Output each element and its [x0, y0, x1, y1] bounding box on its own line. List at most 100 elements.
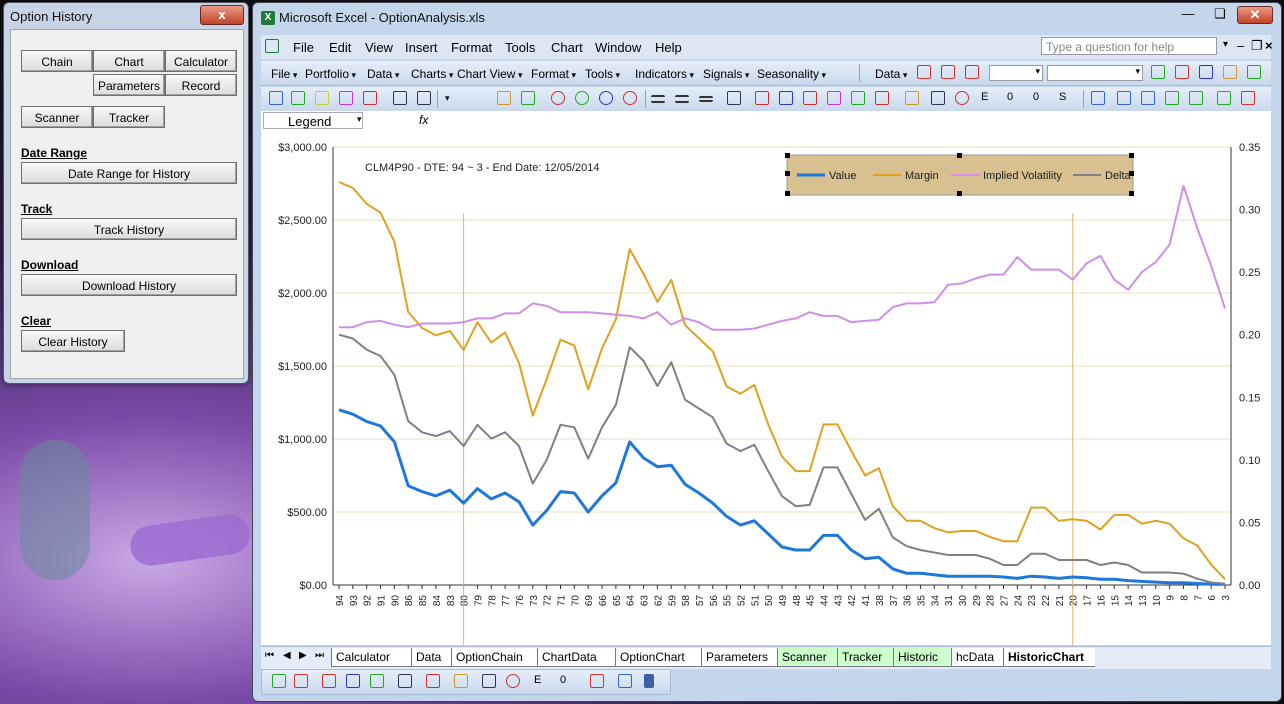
toolbar-portfolio-menu[interactable]: Portfolio: [305, 67, 356, 81]
color-wheel-icon[interactable]: [1247, 65, 1261, 79]
toolbar-signals-menu[interactable]: Signals: [703, 67, 749, 81]
doc-restore-icon[interactable]: ❐: [1251, 38, 1263, 54]
chart-icon[interactable]: [426, 674, 440, 688]
text-tool-icon[interactable]: [417, 91, 431, 105]
zero-icon[interactable]: 0: [1033, 91, 1047, 105]
tool-icon[interactable]: [339, 91, 353, 105]
brush-icon[interactable]: [454, 674, 468, 688]
toolbar-options-icon[interactable]: [644, 674, 654, 688]
parameters-button[interactable]: Parameters: [93, 74, 165, 96]
clear-history-button[interactable]: Clear History: [21, 330, 125, 352]
layout-icon[interactable]: [1117, 91, 1131, 105]
tool-icon[interactable]: [363, 91, 377, 105]
layout-icon[interactable]: [1165, 91, 1179, 105]
sheet-tab-chartdata[interactable]: ChartData: [537, 648, 615, 667]
layout-icon[interactable]: [1141, 91, 1155, 105]
signal-icon[interactable]: [965, 65, 979, 79]
target-icon[interactable]: [599, 91, 613, 105]
menu-format[interactable]: Format: [451, 40, 492, 55]
tool-icon[interactable]: [291, 91, 305, 105]
ask-question-input[interactable]: Type a question for help: [1041, 37, 1217, 55]
link-icon[interactable]: [955, 91, 969, 105]
chart-button[interactable]: Chart: [93, 50, 165, 72]
sheet-tab-historic[interactable]: Historic: [893, 648, 951, 667]
target-icon[interactable]: [623, 91, 637, 105]
tool-icon[interactable]: [269, 91, 283, 105]
e-icon[interactable]: E: [981, 91, 995, 105]
color-wheel-icon[interactable]: [1223, 65, 1237, 79]
target-icon[interactable]: [551, 91, 565, 105]
target-icon[interactable]: [575, 91, 589, 105]
tracker-button[interactable]: Tracker: [93, 106, 165, 128]
text-tool-icon[interactable]: [393, 91, 407, 105]
chart-icon[interactable]: [827, 91, 841, 105]
window-icon[interactable]: [1241, 91, 1255, 105]
toolbar-file-menu[interactable]: File: [271, 67, 297, 81]
date-range-button[interactable]: Date Range for History: [21, 162, 237, 184]
chart-icon[interactable]: [322, 674, 336, 688]
menu-view[interactable]: View: [365, 40, 393, 55]
lines-icon[interactable]: [651, 95, 665, 103]
sheet-tab-hcdata[interactable]: hcData: [951, 648, 1003, 667]
workbook-icon[interactable]: [265, 39, 279, 53]
tool-icon[interactable]: [315, 91, 329, 105]
last-sheet-icon[interactable]: ⏭: [315, 650, 324, 661]
prev-sheet-icon[interactable]: ◀: [283, 650, 291, 661]
sheet-tab-tracker[interactable]: Tracker: [837, 648, 893, 667]
zero-icon[interactable]: 0: [560, 674, 574, 688]
e-icon[interactable]: E: [534, 674, 548, 688]
lines-icon[interactable]: [675, 95, 689, 103]
fx-icon[interactable]: fx: [419, 113, 428, 127]
doc-close-icon[interactable]: ×: [1265, 38, 1273, 53]
chart-icon[interactable]: [482, 674, 496, 688]
chart-tool-icon[interactable]: [497, 91, 511, 105]
toolbar-indicators-menu[interactable]: Indicators: [635, 67, 694, 81]
toolbar-data2-menu[interactable]: Data: [875, 67, 907, 81]
toolbar-chartview-menu[interactable]: Chart View: [457, 67, 523, 81]
link-icon[interactable]: [506, 674, 520, 688]
chart-icon[interactable]: [803, 91, 817, 105]
brush-icon[interactable]: [905, 91, 919, 105]
sheet-tab-data[interactable]: Data: [411, 648, 451, 667]
up-arrow-icon[interactable]: [272, 674, 286, 688]
sheet-tab-optionchain[interactable]: OptionChain: [451, 648, 537, 667]
record-button[interactable]: Record: [165, 74, 237, 96]
toolbar-seasonality-menu[interactable]: Seasonality: [757, 67, 826, 81]
chart-icon[interactable]: [851, 91, 865, 105]
toolbar-tools-menu[interactable]: Tools: [585, 67, 620, 81]
down-arrow-icon[interactable]: [294, 674, 308, 688]
menu-edit[interactable]: Edit: [329, 40, 351, 55]
historic-chart[interactable]: $0.00 $500.00 $1,000.00 $1,500.00 $2,000.00 $…: [261, 131, 1271, 645]
tools-icon[interactable]: [590, 674, 604, 688]
lines-icon[interactable]: [699, 96, 713, 102]
toolbar-combo[interactable]: [1047, 65, 1143, 81]
window-icon[interactable]: [1217, 91, 1231, 105]
window-close-icon[interactable]: ✕: [1237, 6, 1273, 24]
menu-help[interactable]: Help: [655, 40, 682, 55]
layout-icon[interactable]: [1091, 91, 1105, 105]
layout-icon[interactable]: [1189, 91, 1203, 105]
toolbar-data-menu[interactable]: Data: [367, 67, 399, 81]
next-sheet-icon[interactable]: ▶: [299, 650, 307, 661]
scanner-button[interactable]: Scanner: [21, 106, 93, 128]
ask-dropdown-icon[interactable]: ▾: [1223, 39, 1228, 50]
grid-icon[interactable]: [398, 674, 412, 688]
chart-icon[interactable]: [931, 91, 945, 105]
sheet-tab-optionchart[interactable]: OptionChart: [615, 648, 701, 667]
chart-tool-icon[interactable]: [521, 91, 535, 105]
chart-icon[interactable]: [370, 674, 384, 688]
line-tool-icon[interactable]: [445, 90, 450, 104]
chart-icon[interactable]: [755, 91, 769, 105]
grid-icon[interactable]: [727, 91, 741, 105]
first-sheet-icon[interactable]: ⏮: [265, 650, 274, 661]
toolbar-combo[interactable]: [989, 65, 1043, 81]
sheet-tab-parameters[interactable]: Parameters: [701, 648, 777, 667]
check-icon[interactable]: [618, 674, 632, 688]
signal-icon[interactable]: [941, 65, 955, 79]
sheet-tab-scanner[interactable]: Scanner: [777, 648, 837, 667]
minimize-icon[interactable]: —: [1173, 6, 1203, 24]
name-box[interactable]: Legend: [263, 112, 363, 129]
sheet-tab-calculator[interactable]: Calculator: [331, 648, 411, 667]
toolbar-format-menu[interactable]: Format: [531, 67, 576, 81]
zero-icon[interactable]: 0: [1007, 91, 1021, 105]
